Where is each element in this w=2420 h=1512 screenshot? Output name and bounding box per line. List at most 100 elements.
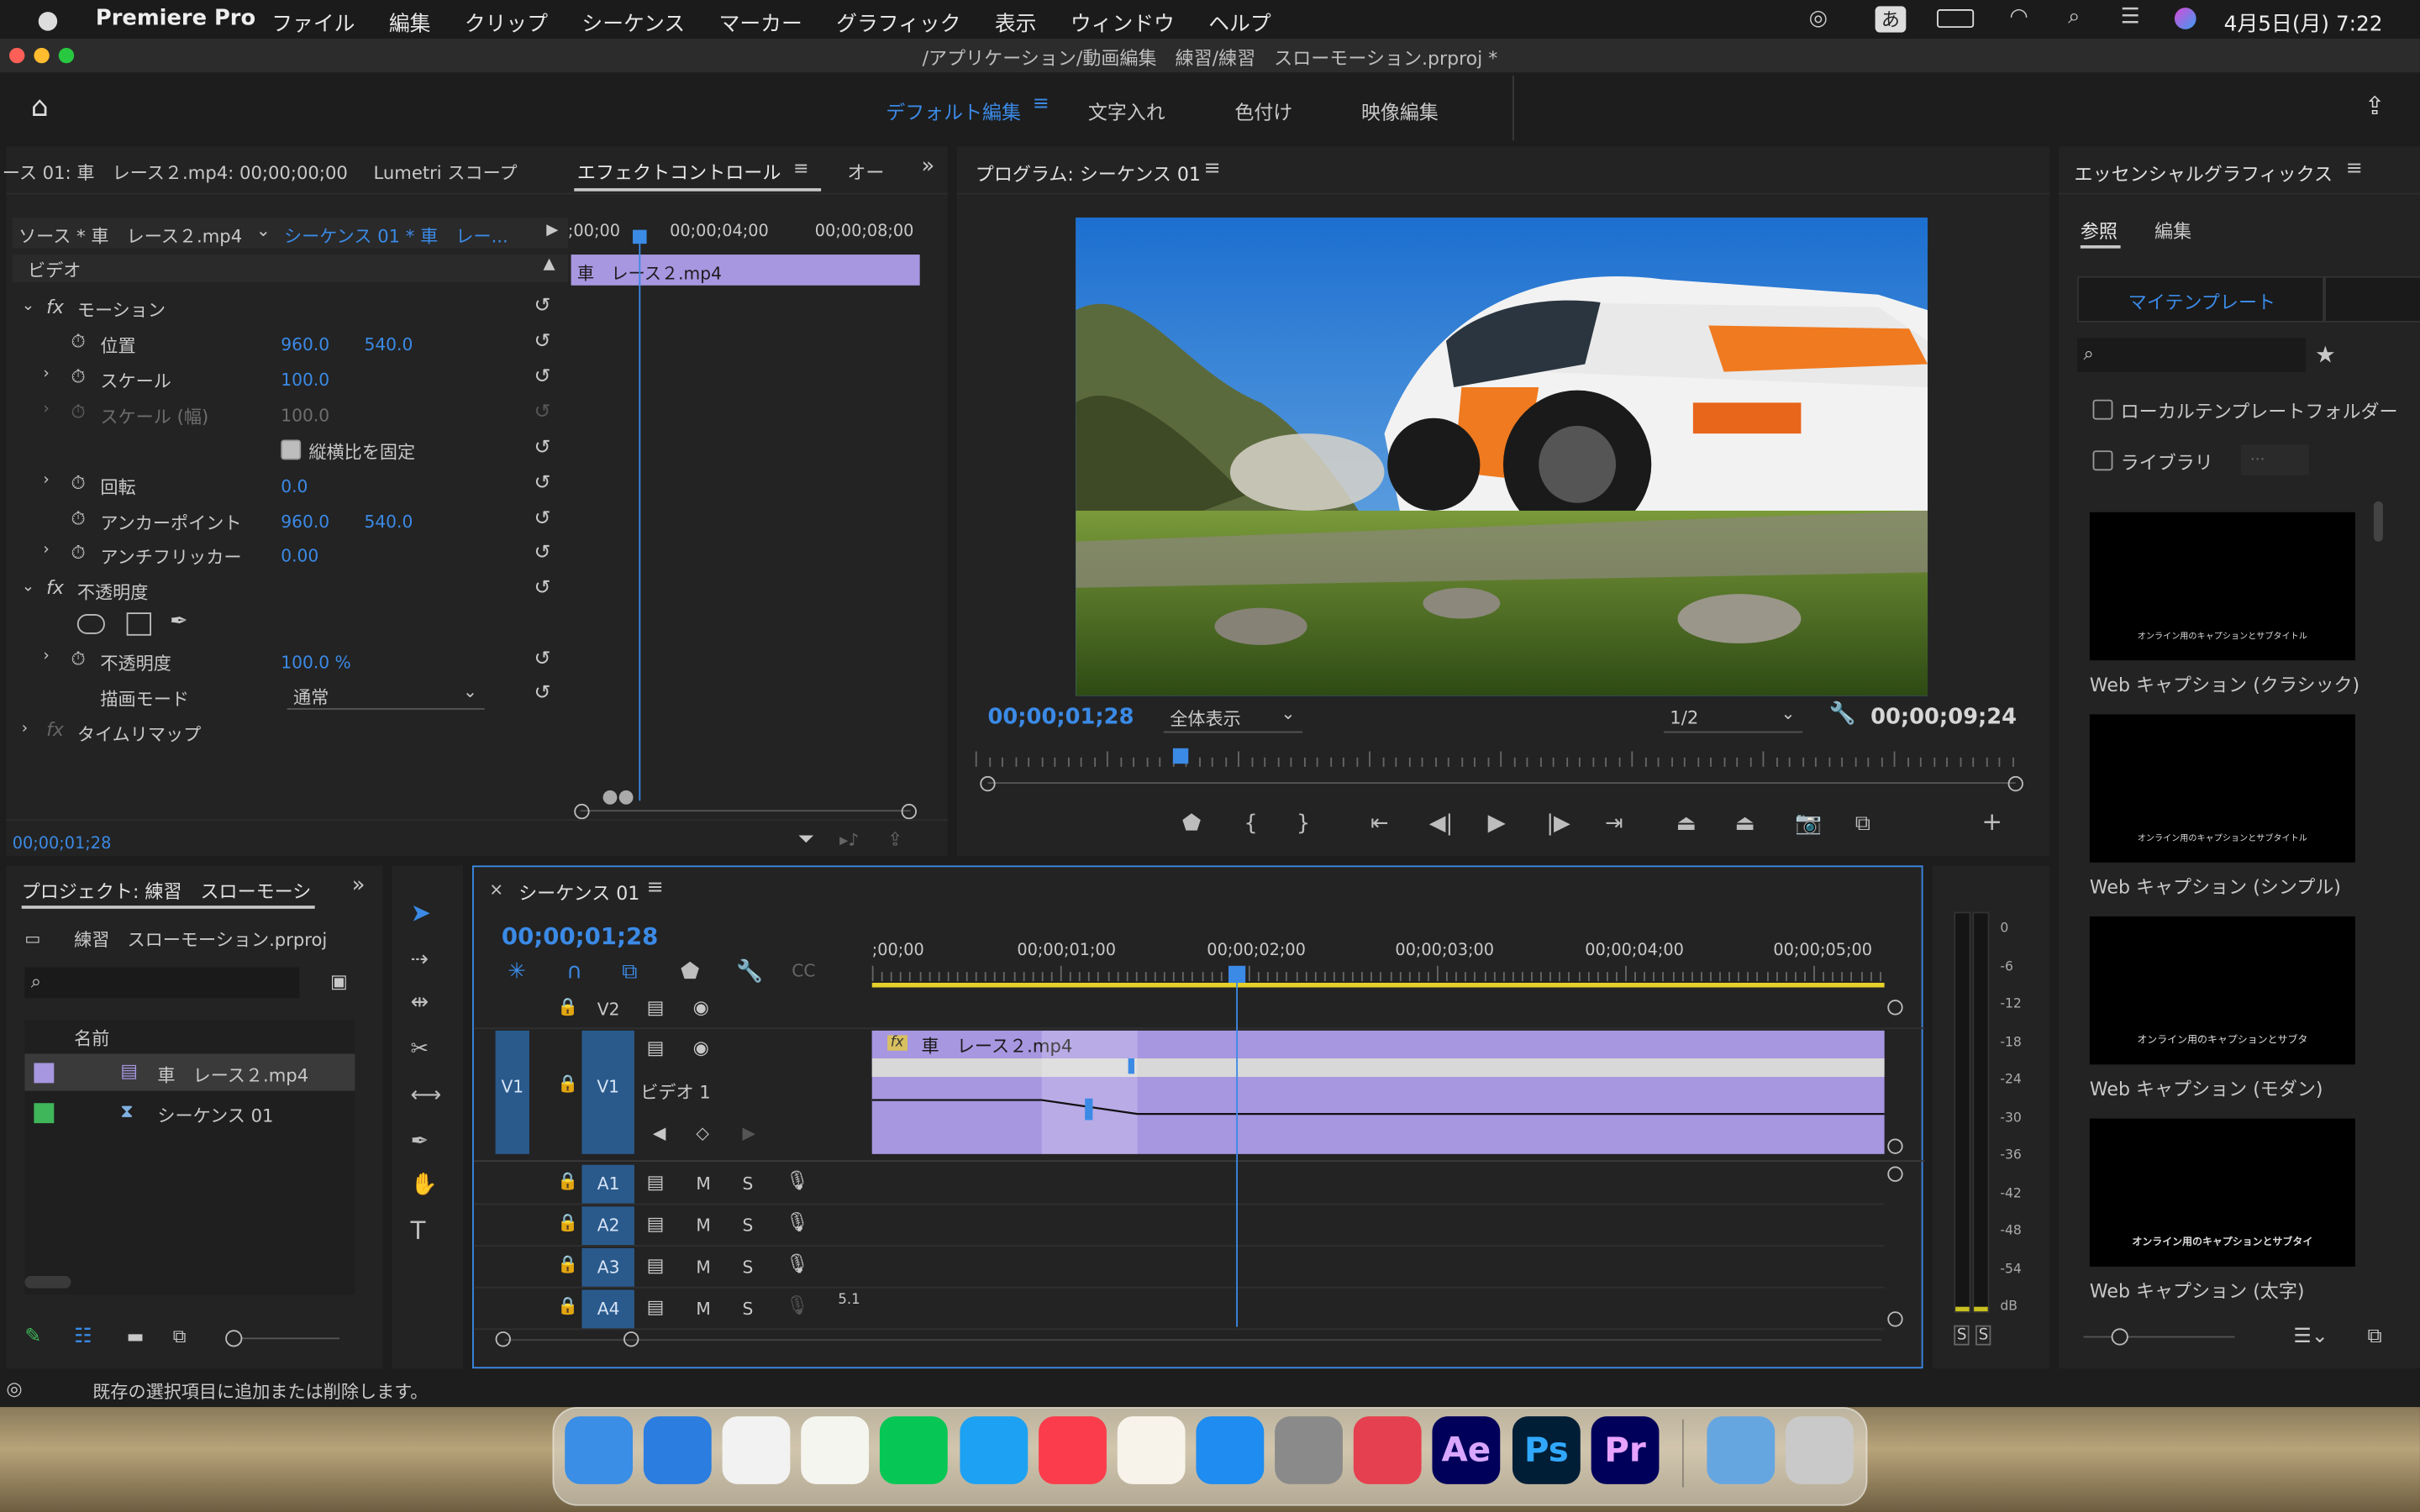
play-icon[interactable]: ▶	[1488, 811, 1506, 834]
anchor-stopwatch-icon[interactable]: ⏱	[71, 507, 85, 531]
camera-icon[interactable]: 📷	[1795, 813, 1822, 835]
fit-select[interactable]: 全体表示 ⌄	[1163, 704, 1303, 733]
apple-icon[interactable]: ●	[37, 5, 59, 34]
workspace-captions[interactable]: 文字入れ	[1088, 96, 1165, 125]
program-timecode[interactable]: 00;00;01;28	[987, 705, 1134, 729]
ime-indicator[interactable]: あ	[1875, 6, 1907, 33]
uniform-scale-reset-icon[interactable]: ↺	[534, 437, 550, 460]
timeline-hscroll-right[interactable]	[623, 1331, 639, 1347]
template-search-field[interactable]: ⌕	[2077, 338, 2307, 372]
motion-chevron-icon[interactable]: ⌄	[22, 297, 34, 314]
comparison-view-icon[interactable]: ⧉	[1855, 813, 1870, 835]
mini-clip[interactable]: 車 レース２.mp4	[571, 255, 920, 286]
play-only-icon[interactable]: ▶	[546, 222, 558, 239]
home-icon[interactable]: ⌂	[31, 91, 49, 123]
premiere-pro-icon[interactable]: Pr	[1591, 1416, 1660, 1484]
safari-icon[interactable]	[643, 1416, 712, 1484]
ellipse-mask-icon[interactable]	[76, 614, 105, 634]
opacity-header-reset-icon[interactable]: ↺	[534, 577, 550, 601]
tab-browse[interactable]: 参照	[2081, 218, 2118, 244]
sync-lock-icon[interactable]: ▤	[647, 1213, 665, 1235]
program-title[interactable]: プログラム: シーケンス 01	[976, 160, 1201, 186]
opacity-chevron-icon[interactable]: ⌄	[22, 579, 34, 596]
mute-button[interactable]: M	[696, 1257, 710, 1278]
anchor-reset-icon[interactable]: ↺	[534, 507, 550, 531]
downloads-icon[interactable]	[1707, 1416, 1776, 1484]
menu-item[interactable]: シーケンス	[581, 6, 685, 37]
meter-solo-right[interactable]: S	[1975, 1325, 1992, 1346]
anchor-y-value[interactable]: 540.0	[364, 512, 413, 533]
local-folder-checkbox[interactable]	[2092, 399, 2113, 420]
sync-lock-icon[interactable]: ▤	[647, 1296, 665, 1318]
mark-out-icon[interactable]: }	[1297, 813, 1310, 835]
solo-button[interactable]: S	[742, 1174, 753, 1194]
video-frame[interactable]	[1076, 217, 1928, 696]
rotation-value[interactable]: 0.0	[281, 477, 308, 497]
timeline-vscroll-mid[interactable]	[1887, 1138, 1903, 1154]
twitter-icon[interactable]	[960, 1416, 1028, 1484]
collapse-icon[interactable]: ▲	[544, 256, 555, 273]
scale-expand-icon[interactable]: ›	[43, 365, 49, 382]
library-checkbox[interactable]	[2092, 450, 2113, 471]
template-thumb-1[interactable]: オンライン用のキャプションとサブタイトル	[2089, 714, 2355, 863]
speed-curve[interactable]	[871, 1031, 1885, 1154]
chevron-down-icon[interactable]: ⌄	[256, 221, 271, 241]
icon-view-icon[interactable]: ▬	[127, 1326, 145, 1347]
opacity-fx-icon[interactable]: fx	[46, 577, 64, 599]
fx-icon[interactable]: fx	[46, 297, 64, 318]
captions-icon[interactable]: CC	[792, 961, 815, 983]
track-select-tool-icon[interactable]: ⇢	[411, 949, 429, 971]
timeline-vscroll-top[interactable]	[1887, 1000, 1903, 1016]
hand-tool-icon[interactable]: ✋	[411, 1174, 438, 1196]
scale-reset-icon[interactable]: ↺	[534, 365, 550, 389]
timeline-vscroll-audio[interactable]	[1887, 1166, 1903, 1182]
position-x-value[interactable]: 960.0	[281, 335, 329, 355]
star-icon[interactable]: ★	[2315, 341, 2336, 369]
music-icon[interactable]	[1039, 1416, 1107, 1484]
sequence-clip-label[interactable]: シーケンス 01 * 車 レー...	[284, 223, 508, 248]
tab-lumetri-scopes[interactable]: Lumetri スコープ	[373, 160, 517, 185]
library-select[interactable]: ...	[2240, 444, 2309, 475]
timeline-playhead-head[interactable]	[1228, 965, 1246, 983]
spotlight-icon[interactable]: ⌕	[2068, 5, 2080, 29]
solo-button[interactable]: S	[742, 1299, 753, 1320]
uniform-scale-checkbox[interactable]	[281, 439, 302, 460]
program-scrubber[interactable]	[975, 748, 2025, 792]
system-preferences-icon[interactable]	[1275, 1416, 1343, 1484]
mini-scroll-right[interactable]	[901, 803, 917, 820]
pencil-icon[interactable]: ✎	[24, 1326, 41, 1349]
essential-menu-icon[interactable]: ≡	[2346, 157, 2363, 181]
menu-item[interactable]: クリップ	[465, 6, 548, 37]
mute-button[interactable]: M	[696, 1299, 710, 1320]
mark-in-icon[interactable]: {	[1244, 813, 1257, 835]
project-search-field[interactable]: ⌕	[24, 967, 300, 999]
program-playhead-head[interactable]	[1172, 748, 1189, 764]
position-y-value[interactable]: 540.0	[364, 335, 413, 355]
tab-source[interactable]: ソース 01: 車 レース２.mp4: 00;00;00;00	[0, 160, 348, 185]
step-back-icon[interactable]: ◀|	[1429, 813, 1453, 835]
position-reset-icon[interactable]: ↺	[534, 330, 550, 354]
type-tool-icon[interactable]: T	[411, 1218, 426, 1242]
source-patch-v1[interactable]: V1	[495, 1030, 529, 1154]
solo-button[interactable]: S	[742, 1257, 753, 1278]
anchor-x-value[interactable]: 960.0	[281, 512, 329, 533]
rotation-reset-icon[interactable]: ↺	[534, 472, 550, 496]
lock-icon[interactable]: 🔒	[557, 1254, 578, 1274]
template-thumb-2[interactable]: オンライン用のキャプションとサブタ	[2089, 916, 2355, 1065]
project-title[interactable]: プロジェクト: 練習 スローモーシ	[22, 878, 312, 904]
share-icon[interactable]: ⇪	[2365, 91, 2386, 120]
notes-icon[interactable]	[801, 1416, 870, 1484]
microphone-icon[interactable]: 🎙	[786, 1252, 809, 1274]
microphone-icon[interactable]: 🎙	[786, 1294, 809, 1316]
list-item[interactable]: ▤ 車 レース２.mp4	[24, 1053, 355, 1091]
eye-icon[interactable]: ◉	[693, 1037, 709, 1058]
template-thumb-3[interactable]: オンライン用のキャプションとサブタイ	[2089, 1118, 2355, 1267]
antiflicker-stopwatch-icon[interactable]: ⏱	[71, 542, 85, 565]
mini-playhead-head[interactable]	[633, 229, 647, 244]
essential-title[interactable]: エッセンシャルグラフィックス	[2075, 160, 2333, 186]
lock-icon[interactable]: 🔒	[557, 1074, 578, 1094]
photos-icon[interactable]	[722, 1416, 791, 1484]
tab-edit[interactable]: 編集	[2154, 218, 2191, 244]
rotation-expand-icon[interactable]: ›	[43, 472, 49, 489]
scale-stopwatch-icon[interactable]: ⏱	[71, 365, 85, 389]
